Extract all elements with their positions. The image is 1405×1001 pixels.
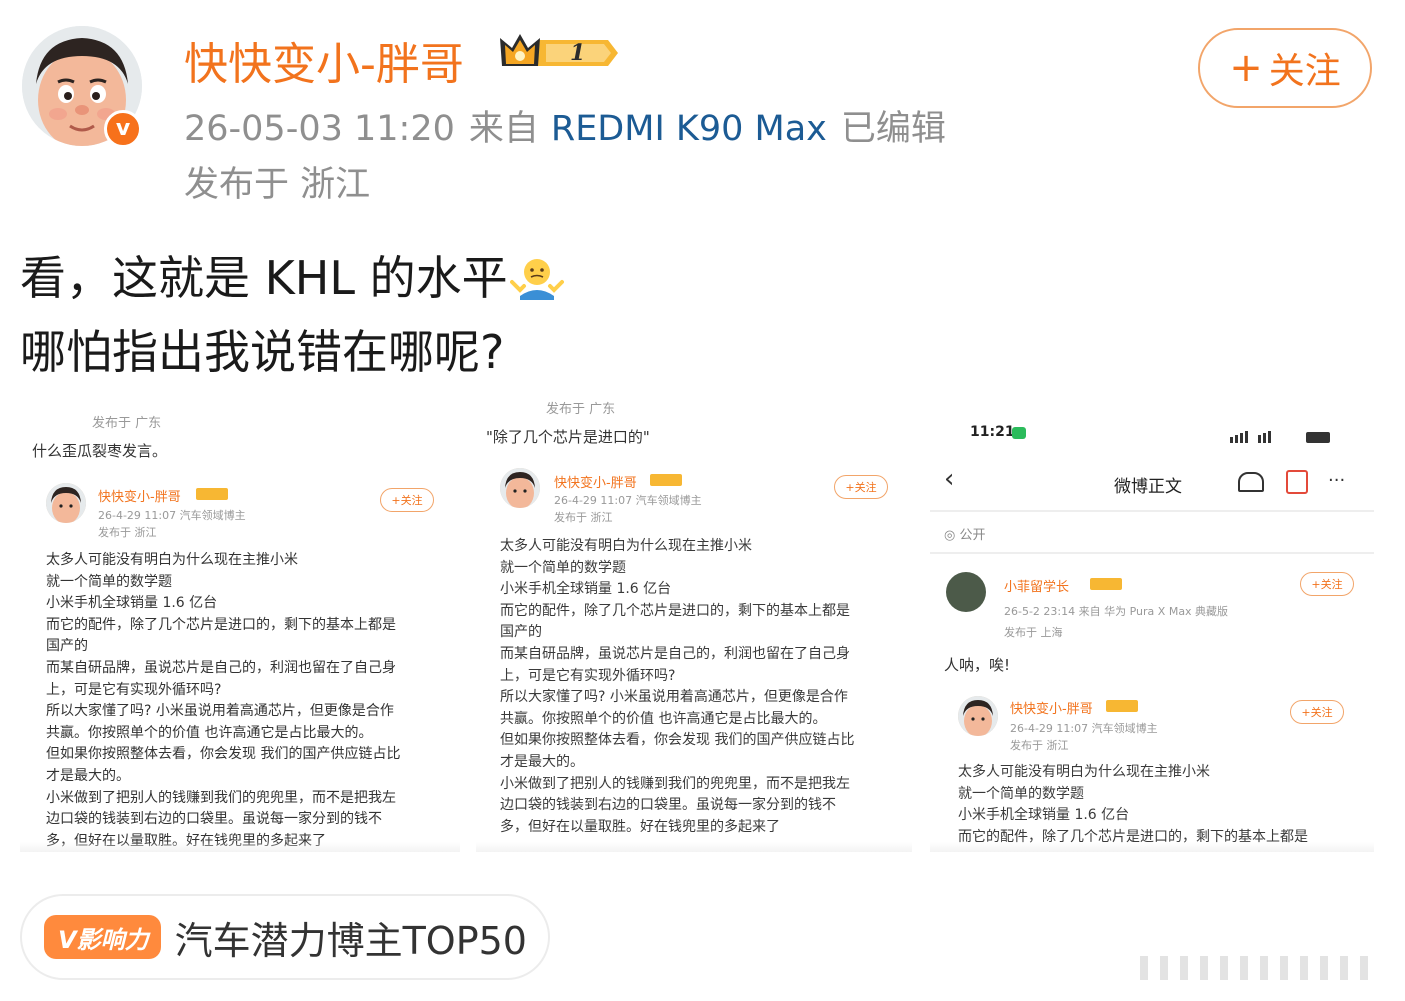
influence-text: 汽车潜力博主TOP50 [174,918,527,963]
image3-reposter-name: 小菲留学长 [1004,580,1070,595]
image3-status-time: 11:21 [970,424,1015,440]
image1-card-meta: 26-4-29 11:07 汽车领域博主 [98,509,246,522]
post-line-1: 看，这就是 KHL 的水平 [20,251,508,305]
image2-comment: "除了几个芯片是进口的" [486,428,650,446]
image1-text-line: 太多人可能没有明白为什么现在主推小米 [46,552,298,568]
image2-location: 发布于 广东 [546,402,616,417]
image3-reposter-avatar [946,572,986,612]
image2-text-line: 上，可是它有实现外循环吗? [500,667,676,684]
follow-button[interactable]: + 关注 [1198,28,1372,108]
image3-reposter-meta: 26-5-2 23:14 来自 华为 Pura X Max 典藏版 [1004,605,1229,618]
image3-headphone-icon [1238,472,1264,492]
post-image-1[interactable]: 发布于 广东 什么歪瓜裂枣发言。 快快变小-胖哥 +关注 26-4-29 11:… [20,400,460,852]
image2-vip-icon [650,474,682,486]
image2-card-name: 快快变小-胖哥 [554,476,637,491]
image1-text-line: 就一个简单的数学题 [46,573,172,590]
post-date: 26-05-03 11:20 [184,109,455,149]
image1-card-name: 快快变小-胖哥 [98,490,181,505]
influence-badge: V影响力 [44,915,161,959]
follow-label: 关注 [1268,51,1341,92]
image2-card-avatar [500,468,540,508]
image3-reposter-comment: 人呐，唉! [944,656,1011,674]
post-text: 看，这就是 KHL 的水平 哪怕指出我说错在哪呢? [20,244,564,386]
image2-text-line: 边口袋的钱装到右边的口袋里。虽说每一家分到的钱不 [500,797,836,814]
image2-text-line: 国产的 [500,624,542,641]
image3-reposter-location: 发布于 上海 [1004,626,1063,639]
image2-text-line: 小米做到了把别人的钱赚到我们的兜兜里，而不是把我左 [500,775,850,792]
influence-tag[interactable]: V影响力 汽车潜力博主TOP50 [20,894,550,980]
post-image-2[interactable]: 发布于 广东 "除了几个芯片是进口的" 快快变小-胖哥 +关注 26-4-29 … [476,400,912,852]
post-image-3[interactable]: 11:21 ‹ 微博正文 ··· ◎ 公开 小菲留学长 +关注 26-5-2 2… [930,400,1374,852]
image3-card-location: 发布于 浙江 [1010,739,1069,752]
post-meta: 26-05-03 11:20 来自 REDMI K90 Max 已编辑 [184,100,946,151]
image3-text-line: 而它的配件，除了几个芯片是进口的，剩下的基本上都是 [958,828,1308,845]
image3-visibility-label: 公开 [959,528,986,543]
image1-text-line: 才是最大的。 [46,768,130,784]
image2-text-line: 而某自研品牌，虽说芯片是自己的，利润也留在了自己身 [500,646,850,662]
image2-text-line: 而它的配件，除了几个芯片是进口的，剩下的基本上都是 [500,602,850,619]
image3-text-line: 太多人可能没有明白为什么现在主推小米 [958,764,1210,780]
image1-comment: 什么歪瓜裂枣发言。 [32,442,168,460]
image1-text-line: 多，但好在以量取胜。好在钱兜里的多起来了 [46,832,326,849]
image3-card-avatar [958,696,998,736]
edited-label[interactable]: 已编辑 [841,109,946,149]
image1-text-line: 上，可是它有实现外循环吗? [46,681,222,698]
image3-card-meta: 26-4-29 11:07 汽车领域博主 [1010,722,1158,735]
image1-text-line: 小米手机全球销量 1.6 亿台 [46,595,218,612]
image3-wechat-status-icon [1012,427,1026,439]
username[interactable]: 快快变小-胖哥 [184,28,464,92]
image3-card-follow: +关注 [1290,700,1344,724]
watermark-lines [1130,950,1390,986]
image1-text-line: 所以大家懂了吗? 小米虽说用着高通芯片，但更像是合作 [46,703,394,720]
image1-card-avatar [46,483,86,523]
image3-text-line: 就一个简单的数学题 [958,785,1084,802]
device-link[interactable]: REDMI K90 Max [551,109,827,149]
image1-text-line: 而它的配件，除了几个芯片是进口的，剩下的基本上都是 [46,616,396,633]
image1-text-line: 共赢。你按照单个的价值 也许高通它是占比最大的。 [46,724,373,741]
image3-share-icon [1286,470,1308,494]
crown-vip-icon[interactable]: 1 [498,30,620,80]
globe-icon: ◎ [944,528,960,543]
image3-visibility: ◎ 公开 [944,524,986,543]
post-location: 发布于 浙江 [184,165,371,205]
image1-text-line: 国产的 [46,638,88,655]
image1-text-line: 边口袋的钱装到右边的口袋里。虽说每一家分到的钱不 [46,811,382,828]
image3-card-name: 快快变小-胖哥 [1010,702,1093,717]
image1-follow: +关注 [380,488,434,512]
image3-back-icon: ‹ [944,464,955,494]
image3-card-vip-icon [1106,700,1138,712]
image3-more-icon: ··· [1328,470,1346,491]
image2-text-line: 太多人可能没有明白为什么现在主推小米 [500,538,752,554]
image1-text-line: 小米做到了把别人的钱赚到我们的兜兜里，而不是把我左 [46,789,396,806]
post-line-2: 哪怕指出我说错在哪呢? [20,325,505,379]
image2-card-meta: 26-4-29 11:07 汽车领域博主 [554,494,702,507]
verified-icon: v [104,110,142,148]
image2-text-line: 所以大家懂了吗? 小米虽说用着高通芯片，但更像是合作 [500,689,848,706]
image2-text-line: 才是最大的。 [500,754,584,770]
image1-text-line: 而某自研品牌，虽说芯片是自己的，利润也留在了自己身 [46,660,396,676]
vip-level: 1 [570,40,585,66]
image1-card-location: 发布于 浙江 [98,526,157,539]
image1-text-line: 但如果你按照整体去看，你会发现 我们的国产供应链占比 [46,746,401,763]
image1-location: 发布于 广东 [92,416,162,431]
image2-text-line: 小米手机全球销量 1.6 亿台 [500,581,672,598]
image3-signal-icons [1230,428,1334,443]
image2-card-location: 发布于 浙江 [554,511,613,524]
image2-text-line: 但如果你按照整体去看，你会发现 我们的国产供应链占比 [500,732,855,749]
image3-text-line: 小米手机全球销量 1.6 亿台 [958,807,1130,824]
image2-text-line: 多，但好在以量取胜。好在钱兜里的多起来了 [500,818,780,835]
from-label: 来自 [468,109,539,149]
image3-reposter-follow: +关注 [1300,572,1354,596]
image2-follow: +关注 [834,475,888,499]
image2-text-line: 就一个简单的数学题 [500,559,626,576]
shrug-emoji-icon [509,250,564,318]
image1-vip-icon [196,488,228,500]
image2-text-line: 共赢。你按照单个的价值 也许高通它是占比最大的。 [500,710,827,727]
plus-icon: + [1229,45,1263,91]
image3-nav-title: 微博正文 [1114,477,1182,497]
image3-divider [930,510,1374,512]
image3-divider-2 [930,552,1374,554]
image3-reposter-vip-icon [1090,578,1122,590]
